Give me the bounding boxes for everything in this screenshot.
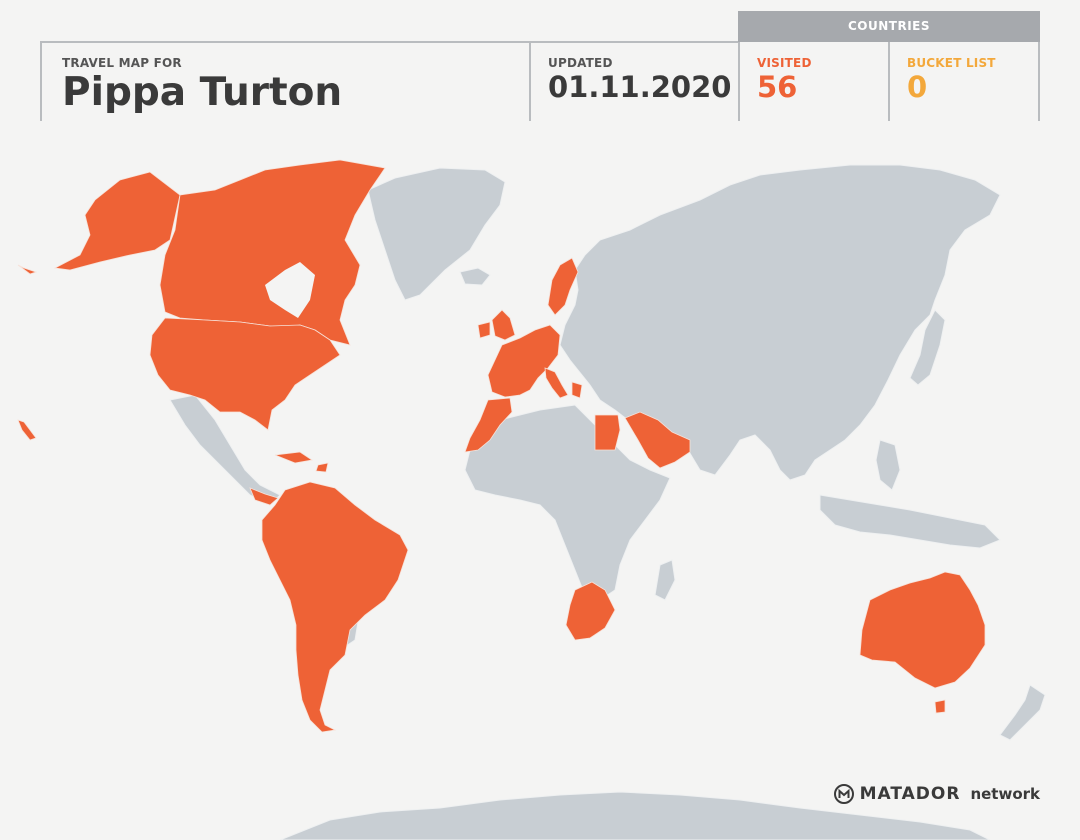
header-top-border: [40, 41, 738, 43]
country-australia[interactable]: [859, 571, 986, 689]
country-italy[interactable]: [544, 367, 569, 399]
header-divider: [888, 41, 890, 121]
header-divider: [738, 41, 740, 121]
country-egypt[interactable]: [594, 414, 621, 451]
country-canada[interactable]: [159, 159, 386, 346]
header-divider: [529, 41, 531, 121]
country-greece[interactable]: [571, 381, 583, 399]
country-tasmania[interactable]: [934, 699, 946, 714]
country-madagascar[interactable]: [654, 559, 676, 601]
logo-brand-sub: network: [970, 785, 1040, 803]
country-new-zealand[interactable]: [999, 684, 1046, 741]
country-iceland[interactable]: [459, 267, 491, 286]
country-norway-sweden[interactable]: [547, 257, 579, 316]
visited-label: VISITED: [757, 56, 812, 70]
bucket-list-count: 0: [907, 70, 928, 104]
logo-brand: MATADOR: [859, 784, 961, 804]
country-south-america[interactable]: [261, 481, 409, 733]
matador-m-icon: [833, 784, 854, 804]
countries-heading: COUNTRIES: [738, 11, 1040, 42]
travel-map-label: TRAVEL MAP FOR: [62, 56, 182, 70]
country-ireland[interactable]: [477, 321, 491, 339]
traveler-name: Pippa Turton: [62, 70, 343, 115]
country-dominican-republic[interactable]: [315, 462, 329, 473]
world-map: [17, 159, 1046, 840]
matador-logo[interactable]: MATADOR network: [833, 784, 1040, 804]
header: COUNTRIES TRAVEL MAP FOR Pippa Turton UP…: [0, 0, 1080, 125]
country-uk[interactable]: [491, 309, 516, 341]
header-left-border: [40, 41, 42, 121]
country-indonesia[interactable]: [819, 494, 1001, 549]
updated-label: UPDATED: [548, 56, 613, 70]
country-hawaii[interactable]: [17, 419, 37, 441]
visited-count: 56: [757, 70, 798, 104]
country-aleutians[interactable]: [17, 264, 38, 275]
header-right-border: [1038, 41, 1040, 121]
bucket-list-label: BUCKET LIST: [907, 56, 996, 70]
country-cuba[interactable]: [274, 451, 314, 464]
updated-date: 01.11.2020: [548, 70, 732, 104]
country-philippines[interactable]: [875, 439, 901, 491]
country-alaska[interactable]: [53, 171, 181, 271]
